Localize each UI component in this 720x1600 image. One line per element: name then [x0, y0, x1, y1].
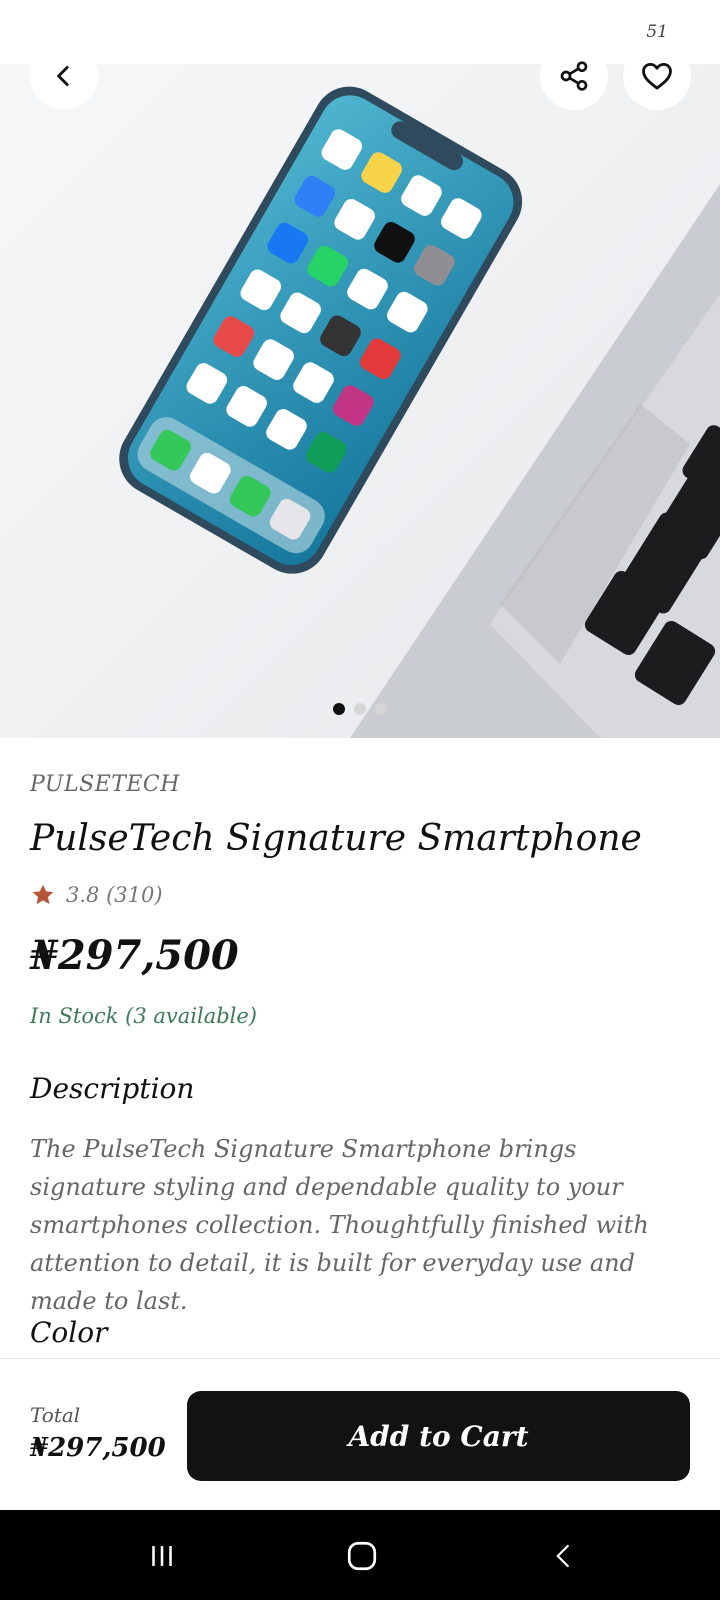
product-photo [119, 86, 720, 738]
pagination-dot[interactable] [375, 703, 387, 715]
status-text: 51 [646, 22, 668, 42]
home-icon [347, 1541, 377, 1571]
back-button[interactable] [30, 42, 98, 110]
stock-status: In Stock (3 available) [30, 1004, 257, 1028]
share-button[interactable] [540, 42, 608, 110]
recents-icon [152, 1546, 172, 1566]
status-bar: 51 [0, 0, 720, 64]
pagination-dot[interactable] [333, 703, 345, 715]
add-to-cart-button[interactable]: Add to Cart [187, 1391, 690, 1481]
product-image-gallery[interactable] [0, 64, 720, 738]
heart-icon [642, 62, 672, 90]
rating[interactable]: 3.8 (310) [30, 882, 163, 908]
color-heading: Color [30, 1316, 108, 1349]
checkout-bar: Total ₦297,500 Add to Cart [0, 1358, 720, 1510]
home-button[interactable] [340, 1534, 384, 1578]
favorite-button[interactable] [623, 42, 691, 110]
rating-text: 3.8 (310) [66, 883, 163, 907]
total-value: ₦297,500 [30, 1433, 166, 1463]
nav-back-button[interactable] [542, 1534, 586, 1578]
nav-back-icon [556, 1544, 569, 1568]
pagination-dot[interactable] [354, 703, 366, 715]
star-icon [32, 884, 54, 905]
share-icon [560, 61, 588, 91]
description-heading: Description [30, 1072, 195, 1105]
product-price: ₦297,500 [30, 932, 239, 979]
gallery-pagination [0, 703, 720, 717]
total-label: Total [30, 1403, 81, 1427]
system-navigation-bar [0, 1510, 720, 1600]
brand-name: PULSETECH [30, 772, 180, 797]
description-text: The PulseTech Signature Smartphone bring… [30, 1135, 649, 1315]
recents-button[interactable] [140, 1534, 184, 1578]
back-arrow-icon [57, 65, 69, 87]
product-title: PulseTech Signature Smartphone [30, 818, 642, 859]
